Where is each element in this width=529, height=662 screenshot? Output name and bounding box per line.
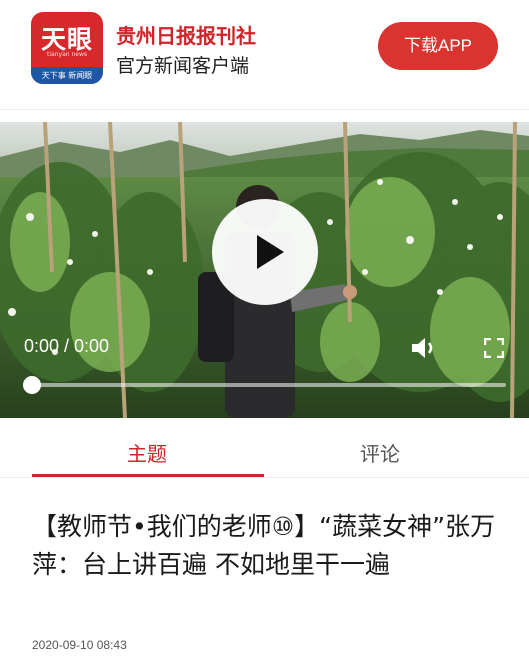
tab-comments[interactable]: 评论 xyxy=(360,438,400,467)
play-button[interactable] xyxy=(212,199,318,305)
volume-icon[interactable] xyxy=(410,336,438,360)
article-title: 【教师节•我们的老师⑩】“蔬菜女神”张万萍：台上讲百遍 不如地里干一遍 xyxy=(32,512,496,579)
play-icon xyxy=(257,235,284,269)
video-time: 0:00 / 0:00 xyxy=(24,336,110,356)
tab-divider xyxy=(0,477,529,478)
brand-title: 贵州日报报刊社 xyxy=(116,24,256,48)
app-banner: 天眼 tianyan news 天下事 新闻眼 贵州日报报刊社 官方新闻客户端 … xyxy=(0,0,529,110)
video-player[interactable]: 0:00 / 0:00 xyxy=(0,122,529,418)
article-date: 2020-09-10 08:43 xyxy=(32,638,127,652)
logo-subtext: tianyan news xyxy=(47,51,87,58)
app-logo[interactable]: 天眼 tianyan news 天下事 新闻眼 xyxy=(31,12,103,84)
progress-track[interactable] xyxy=(32,383,506,387)
tab-main-topic[interactable]: 主题 xyxy=(127,438,167,467)
fullscreen-icon[interactable] xyxy=(484,338,504,358)
content-tabs: 主题 评论 xyxy=(0,418,529,480)
progress-knob[interactable] xyxy=(23,376,41,394)
download-app-button[interactable]: 下载APP xyxy=(378,22,498,70)
logo-slogan: 天下事 新闻眼 xyxy=(31,67,103,84)
brand-subtitle: 官方新闻客户端 xyxy=(116,55,250,77)
